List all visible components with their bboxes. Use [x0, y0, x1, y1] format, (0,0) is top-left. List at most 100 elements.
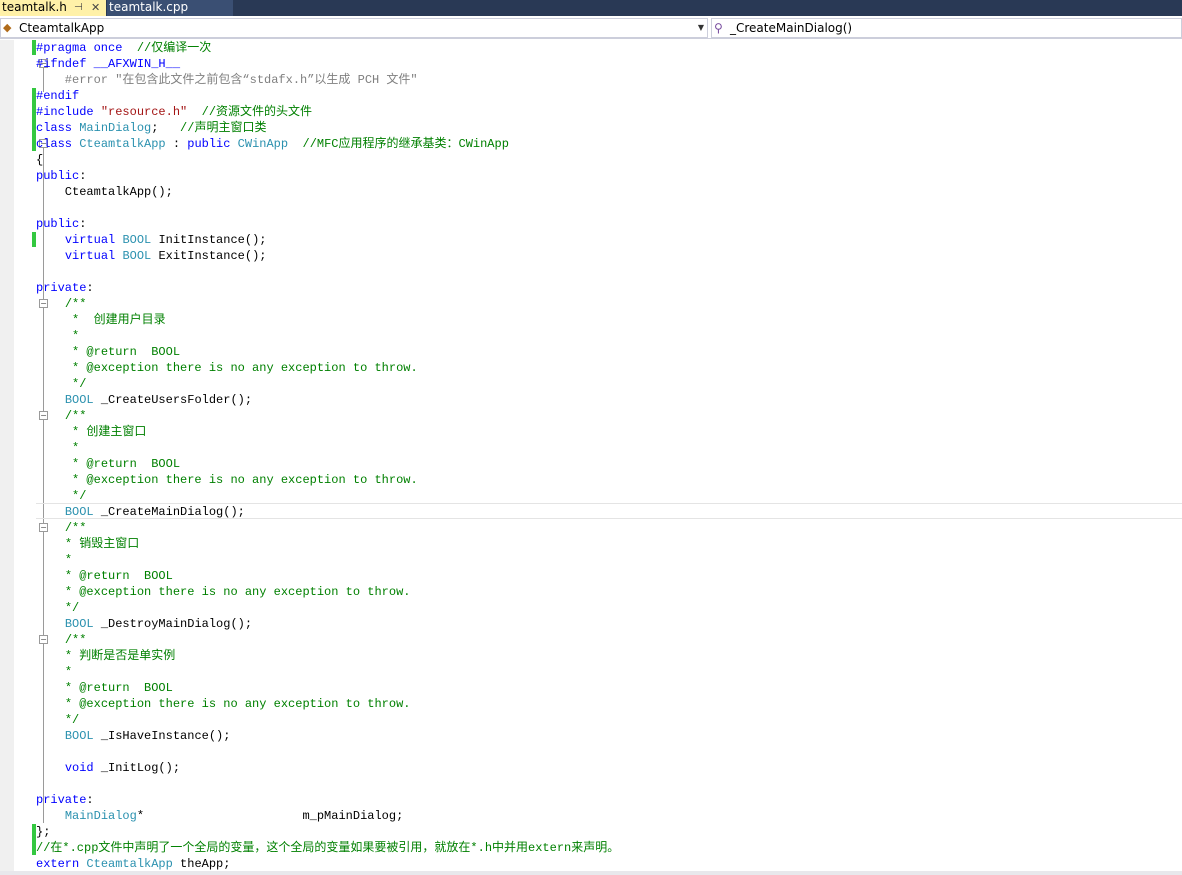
code-line[interactable]: BOOL _DestroyMainDialog();	[36, 616, 252, 632]
tab-teamtalk-cpp[interactable]: teamtalk.cpp	[107, 0, 233, 16]
code-line[interactable]: public:	[36, 216, 86, 232]
code-line[interactable]: */	[36, 600, 79, 616]
code-line[interactable]: * @exception there is no any exception t…	[36, 584, 411, 600]
code-line[interactable]: BOOL _CreateUsersFolder();	[36, 392, 252, 408]
code-line[interactable]: /**	[36, 632, 87, 648]
method-icon: ⚲	[714, 21, 723, 35]
code-token: *	[72, 329, 80, 343]
code-token: *	[64, 665, 73, 679]
code-token: public	[36, 217, 80, 231]
code-line[interactable]: #ifndef __AFXWIN_H__	[36, 56, 180, 72]
member-scope-dropdown[interactable]: ⚲ _CreateMainDialog()	[711, 18, 1182, 38]
code-token: //资源文件的头文件	[201, 105, 313, 119]
code-token: "在包含此文件之前包含“stdafx.h”以生成 PCH 文件"	[108, 73, 418, 87]
code-line[interactable]: class CteamtalkApp : public CWinApp //MF…	[36, 136, 509, 152]
pin-icon[interactable]: ⊣	[74, 0, 83, 15]
code-line[interactable]: private:	[36, 280, 94, 296]
code-line[interactable]: * 创建用户目录	[36, 312, 166, 328]
member-scope-label: _CreateMainDialog()	[730, 21, 853, 35]
code-token: private	[36, 793, 87, 807]
code-line[interactable]: BOOL _IsHaveInstance();	[36, 728, 231, 744]
code-line[interactable]: *	[36, 440, 79, 456]
code-line[interactable]: * @return BOOL	[36, 680, 173, 696]
navigation-bar: ◆ CteamtalkApp ▼ ⚲ _CreateMainDialog()	[0, 17, 1182, 39]
code-line[interactable]: private:	[36, 792, 94, 808]
code-token: :	[86, 793, 94, 807]
code-line[interactable]: };	[36, 824, 50, 840]
code-line[interactable]: * @exception there is no any exception t…	[36, 696, 411, 712]
code-token: //仅编译一次	[136, 41, 212, 55]
code-token: * 创建主窗口	[72, 425, 147, 439]
code-line[interactable]: /**	[36, 520, 87, 536]
code-token: CteamtalkApp	[79, 137, 166, 151]
horizontal-scrollbar[interactable]	[0, 871, 1182, 875]
editor-margin: − − − − − −	[14, 40, 48, 875]
code-token: CWinApp	[237, 137, 289, 151]
code-line[interactable]: * @exception there is no any exception t…	[36, 472, 418, 488]
code-line[interactable]: * 创建主窗口	[36, 424, 146, 440]
code-line[interactable]: * 判断是否是单实例	[36, 648, 175, 664]
code-token: class	[36, 137, 73, 151]
code-line[interactable]: */	[36, 376, 86, 392]
code-line[interactable]: */	[36, 712, 79, 728]
code-line[interactable]: * @return BOOL	[36, 456, 180, 472]
code-line[interactable]: #endif	[36, 88, 79, 104]
code-line[interactable]: * @exception there is no any exception t…	[36, 360, 418, 376]
code-line[interactable]: #error "在包含此文件之前包含“stdafx.h”以生成 PCH 文件"	[36, 72, 418, 88]
code-line[interactable]: *	[36, 664, 72, 680]
code-token: BOOL	[64, 505, 94, 519]
code-token: * m_pMainDialog;	[136, 809, 404, 823]
code-token: MainDialog	[79, 121, 152, 135]
code-token: _CreateUsersFolder();	[93, 393, 253, 407]
close-icon[interactable]: ✕	[91, 0, 100, 15]
code-line[interactable]: void _InitLog();	[36, 760, 180, 776]
code-line[interactable]: * @return BOOL	[36, 344, 180, 360]
code-line[interactable]: public:	[36, 168, 86, 184]
code-line[interactable]: #include "resource.h" //资源文件的头文件	[36, 104, 312, 120]
code-editor[interactable]: #pragma once //仅编译一次 #ifndef __AFXWIN_H__…	[36, 40, 1182, 875]
code-line[interactable]: /**	[36, 408, 87, 424]
code-line[interactable]: //在*.cpp文件中声明了一个全局的变量，这个全局的变量如果要被引用，就放在*…	[36, 840, 619, 856]
code-line[interactable]: {	[36, 152, 43, 168]
tab-label: teamtalk.cpp	[109, 0, 189, 14]
code-line[interactable]: * @return BOOL	[36, 568, 173, 584]
class-scope-dropdown[interactable]: ◆ CteamtalkApp ▼	[0, 18, 708, 38]
code-line[interactable]: virtual BOOL ExitInstance();	[36, 248, 267, 264]
code-line[interactable]: BOOL _CreateMainDialog();	[36, 504, 245, 520]
code-line[interactable]: extern CteamtalkApp theApp;	[36, 856, 230, 872]
code-line[interactable]: * 销毁主窗口	[36, 536, 139, 552]
code-token: public	[187, 137, 231, 151]
code-token: * @return BOOL	[72, 457, 181, 471]
code-token: #endif	[36, 89, 80, 103]
code-line[interactable]: virtual BOOL InitInstance();	[36, 232, 267, 248]
code-token: * @exception there is no any exception t…	[64, 697, 411, 711]
code-line[interactable]: *	[36, 328, 79, 344]
code-token: *	[72, 441, 80, 455]
code-line[interactable]: *	[36, 552, 72, 568]
code-line[interactable]: /**	[36, 296, 87, 312]
chevron-down-icon[interactable]: ▼	[698, 19, 704, 37]
code-line[interactable]: */	[36, 488, 86, 504]
code-line[interactable]: class MainDialog; //声明主窗口类	[36, 120, 266, 136]
code-token: //声明主窗口类	[180, 121, 267, 135]
code-token: * @exception there is no any exception t…	[72, 473, 418, 487]
code-line[interactable]: CteamtalkApp();	[36, 184, 173, 200]
tab-teamtalk-h[interactable]: teamtalk.h ⊣ ✕	[0, 0, 106, 16]
code-token: /**	[64, 297, 87, 311]
code-token: MainDialog	[64, 809, 137, 823]
code-line[interactable]: #pragma once //仅编译一次	[36, 40, 211, 56]
code-line[interactable]: MainDialog* m_pMainDialog;	[36, 808, 403, 824]
